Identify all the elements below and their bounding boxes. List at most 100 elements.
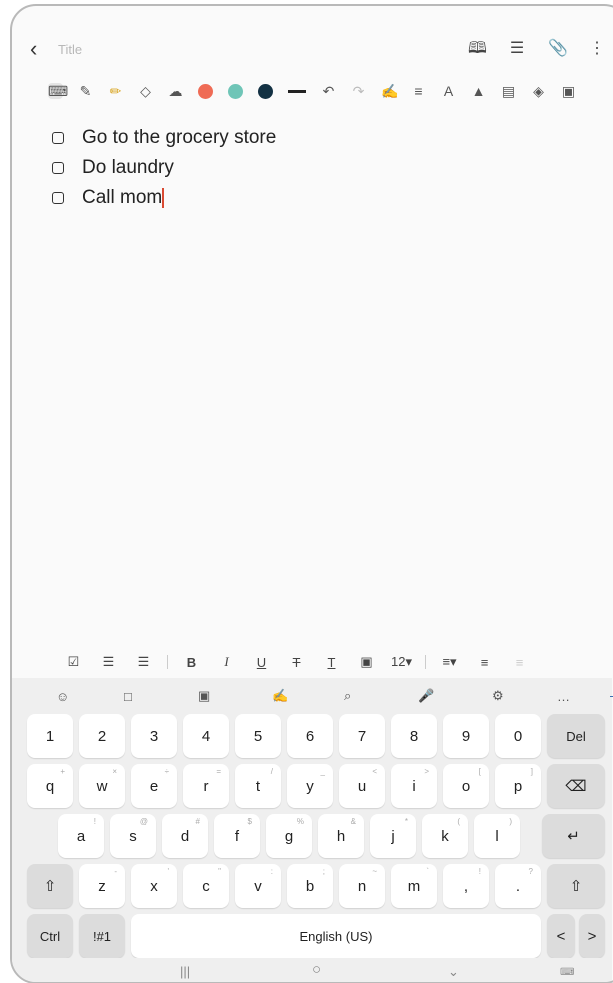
- key[interactable]: 3: [131, 714, 177, 758]
- key[interactable]: z-: [79, 864, 125, 908]
- back-button[interactable]: ⌄: [448, 964, 459, 980]
- italic-icon[interactable]: I: [209, 654, 244, 670]
- key[interactable]: h &: [318, 814, 364, 858]
- pen-icon[interactable]: ✎: [78, 83, 93, 99]
- key[interactable]: e ÷: [131, 764, 177, 808]
- voice-input-icon[interactable]: 🎤: [418, 688, 434, 704]
- key[interactable]: j *: [370, 814, 416, 858]
- undo-icon[interactable]: ↶: [321, 83, 336, 99]
- color-red-swatch[interactable]: [198, 83, 213, 99]
- key[interactable]: t /: [235, 764, 281, 808]
- key[interactable]: m `: [391, 864, 437, 908]
- key[interactable]: 4: [183, 714, 229, 758]
- key[interactable]: g%: [266, 814, 312, 858]
- underline-icon[interactable]: U: [244, 655, 279, 670]
- page-settings-icon[interactable]: ▣: [561, 83, 576, 99]
- indent-icon[interactable]: ≡: [467, 655, 502, 670]
- key[interactable]: x ': [131, 864, 177, 908]
- numbered-list-icon[interactable]: ☰: [126, 654, 161, 670]
- settings-icon[interactable]: ⚙: [492, 688, 504, 704]
- keyboard-hide-icon[interactable]: ⌨: [560, 967, 574, 978]
- key[interactable]: u <: [339, 764, 385, 808]
- checkbox[interactable]: [52, 132, 64, 144]
- note-body[interactable]: Go to the grocery store Do laundry Call …: [52, 123, 276, 213]
- key[interactable]: 2: [79, 714, 125, 758]
- handwriting-icon[interactable]: ✍: [272, 688, 288, 704]
- font-size-select[interactable]: 12▾: [384, 654, 419, 670]
- outdent-icon[interactable]: ≡: [502, 655, 537, 670]
- shape-icon[interactable]: ▲: [471, 83, 486, 99]
- strikethrough-icon[interactable]: T: [279, 655, 314, 670]
- highlighter-icon[interactable]: ✏: [108, 83, 123, 99]
- delete-key[interactable]: Del: [547, 714, 605, 758]
- key[interactable]: 1: [27, 714, 73, 758]
- text-background-icon[interactable]: ▣: [349, 654, 384, 670]
- key[interactable]: s @: [110, 814, 156, 858]
- checkbox[interactable]: [52, 162, 64, 174]
- checklist-text[interactable]: Do laundry: [82, 157, 174, 179]
- symbols-key[interactable]: !#1: [79, 914, 125, 958]
- lasso-icon[interactable]: ☁: [168, 83, 183, 99]
- key[interactable]: f $: [214, 814, 260, 858]
- more-options-icon[interactable]: …: [557, 689, 570, 704]
- redo-icon[interactable]: ↷: [351, 83, 366, 99]
- key[interactable]: 5: [235, 714, 281, 758]
- key[interactable]: ,!: [443, 864, 489, 908]
- checklist-icon[interactable]: ☑: [56, 654, 91, 670]
- bullet-list-icon[interactable]: ☰: [91, 654, 126, 670]
- recents-button[interactable]: |||: [180, 964, 190, 979]
- key[interactable]: q +: [27, 764, 73, 808]
- insert-icon[interactable]: ▤: [501, 83, 516, 99]
- checkbox[interactable]: [52, 192, 64, 204]
- key[interactable]: y _: [287, 764, 333, 808]
- checklist-text[interactable]: Call mom: [82, 187, 162, 209]
- key[interactable]: n ~: [339, 864, 385, 908]
- key[interactable]: v:: [235, 864, 281, 908]
- key[interactable]: l): [474, 814, 520, 858]
- key[interactable]: k(: [422, 814, 468, 858]
- pen-settings-icon[interactable]: ◈: [531, 83, 546, 99]
- key[interactable]: 0: [495, 714, 541, 758]
- text-style-icon[interactable]: ≡: [411, 83, 426, 99]
- key[interactable]: r =: [183, 764, 229, 808]
- backspace-key[interactable]: ⌫: [547, 764, 605, 808]
- ctrl-key[interactable]: Ctrl: [27, 914, 73, 958]
- key[interactable]: w ×: [79, 764, 125, 808]
- attach-icon[interactable]: 📎: [548, 40, 568, 58]
- key[interactable]: 7: [339, 714, 385, 758]
- emoji-icon[interactable]: ☺: [56, 689, 69, 704]
- key[interactable]: b;: [287, 864, 333, 908]
- shift-key[interactable]: ⇧: [27, 864, 73, 908]
- checklist-text[interactable]: Go to the grocery store: [82, 127, 276, 149]
- search-icon[interactable]: ⌕: [344, 688, 351, 704]
- list-view-icon[interactable]: ☰: [508, 40, 526, 58]
- text-color-icon[interactable]: T: [314, 655, 349, 670]
- shift-key-right[interactable]: ⇧: [547, 864, 605, 908]
- back-icon[interactable]: ‹: [30, 38, 37, 60]
- color-teal-swatch[interactable]: [228, 83, 243, 99]
- key[interactable]: p]: [495, 764, 541, 808]
- left-arrow-key[interactable]: <: [547, 914, 575, 958]
- key[interactable]: d #: [162, 814, 208, 858]
- color-navy-swatch[interactable]: [258, 83, 273, 99]
- key[interactable]: .?: [495, 864, 541, 908]
- bold-icon[interactable]: B: [174, 655, 209, 670]
- home-button[interactable]: ○: [312, 961, 321, 978]
- space-bar[interactable]: English (US): [131, 914, 541, 958]
- stroke-width-icon[interactable]: [288, 89, 306, 93]
- title-field[interactable]: Title: [58, 42, 82, 57]
- font-size-icon[interactable]: A: [441, 83, 456, 99]
- align-icon[interactable]: ≡▾: [432, 654, 467, 670]
- key[interactable]: i >: [391, 764, 437, 808]
- handwriting-convert-icon[interactable]: ✍: [381, 83, 398, 99]
- eraser-icon[interactable]: ◇: [138, 83, 153, 99]
- key[interactable]: 9: [443, 714, 489, 758]
- key[interactable]: c ": [183, 864, 229, 908]
- key[interactable]: o[: [443, 764, 489, 808]
- enter-key[interactable]: ↵: [542, 814, 605, 858]
- key[interactable]: a!: [58, 814, 104, 858]
- key[interactable]: 8: [391, 714, 437, 758]
- more-icon[interactable]: ⋮: [588, 40, 606, 58]
- key[interactable]: 6: [287, 714, 333, 758]
- clipboard-icon[interactable]: □: [124, 689, 132, 704]
